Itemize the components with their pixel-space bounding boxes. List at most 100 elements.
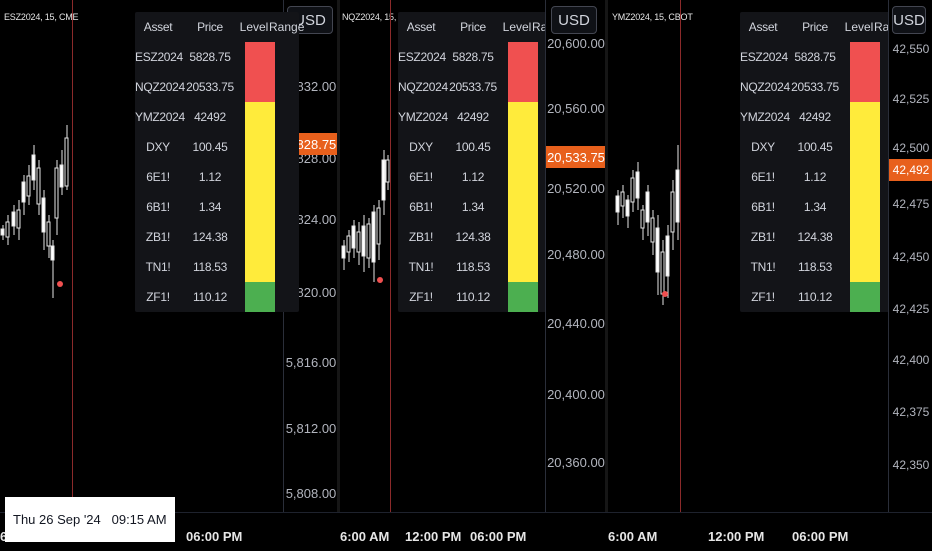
price-tick: 42,350 — [892, 458, 930, 472]
header-level: Level — [502, 20, 532, 34]
price-tick: 20,400.00 — [547, 387, 605, 402]
price-cell: 42492 — [799, 110, 831, 124]
time-label: 06:00 PM — [186, 529, 243, 544]
range-bar-yellow — [508, 102, 538, 282]
header-asset: Asset — [406, 20, 436, 34]
price-cell: 5828.75 — [189, 50, 231, 64]
price-cell: 118.53 — [797, 260, 832, 274]
price-cell: 1.34 — [198, 200, 222, 214]
price-cell: 20533.75 — [791, 80, 839, 94]
asset-cell: 6E1! — [409, 170, 433, 184]
price-tick: 42,425 — [892, 302, 930, 316]
price-cell: 100.45 — [192, 140, 228, 154]
price-cell: 1.12 — [803, 170, 827, 184]
asset-cell: ZF1! — [146, 290, 170, 304]
price-cell: 118.53 — [455, 260, 490, 274]
price-cell: 20533.75 — [186, 80, 234, 94]
range-bar-green — [850, 282, 880, 312]
asset-cell: ZB1! — [145, 230, 171, 244]
asset-cell: ZB1! — [750, 230, 776, 244]
price-tick: 20,560.00 — [547, 101, 605, 116]
price-cell: 100.45 — [797, 140, 833, 154]
asset-cell: TN1! — [145, 260, 171, 274]
price-axis-ym[interactable]: USD 42,550 42,525 42,500 42,475 42,450 4… — [888, 0, 932, 512]
price-tick: 42,475 — [892, 197, 930, 211]
price-cell: 20533.75 — [449, 80, 497, 94]
header-price: Price — [197, 20, 223, 34]
time-label: 6:00 AM — [608, 529, 658, 544]
asset-cell: 6B1! — [409, 200, 433, 214]
asset-cell: ESZ2024 — [135, 50, 183, 64]
price-cell: 110.12 — [192, 290, 227, 304]
table-header: Asset Price Level Range — [740, 12, 910, 42]
header-range: Range — [269, 20, 305, 34]
range-bar-red — [508, 42, 538, 102]
current-price-tag: 42,492 — [889, 159, 932, 181]
price-tick: 5,808.00 — [285, 486, 337, 501]
asset-cell: ZF1! — [751, 290, 775, 304]
header-asset: Asset — [748, 20, 778, 34]
currency-button[interactable]: USD — [551, 6, 597, 34]
asset-cell: DXY — [751, 140, 775, 154]
asset-cell: ESZ2024 — [740, 50, 788, 64]
range-bar-red — [245, 42, 275, 102]
asset-cell: DXY — [146, 140, 170, 154]
price-cell: 124.38 — [797, 230, 833, 244]
price-tick: 20,440.00 — [547, 316, 605, 331]
time-label: 06:00 PM — [470, 529, 527, 544]
price-cell: 1.34 — [803, 200, 827, 214]
price-tick: 20,360.00 — [547, 455, 605, 470]
asset-cell: DXY — [409, 140, 433, 154]
price-cell: 124.38 — [455, 230, 491, 244]
asset-cell: NQZ2024 — [398, 80, 448, 94]
asset-cell: TN1! — [408, 260, 434, 274]
price-tick: 20,520.00 — [547, 181, 605, 196]
asset-cell: YMZ2024 — [740, 110, 790, 124]
price-cell: 1.12 — [461, 170, 485, 184]
range-bar-yellow — [850, 102, 880, 282]
asset-table: Asset Price Level Range ESZ20245828.75▲N… — [740, 12, 910, 312]
range-bar-yellow — [245, 102, 275, 282]
time-label: 12:00 PM — [708, 529, 765, 544]
table-header: Asset Price Level Range — [398, 12, 568, 42]
current-price-tag: 20,533.75 — [546, 146, 606, 168]
asset-cell: 6E1! — [146, 170, 170, 184]
price-tick: 20,600.00 — [547, 36, 605, 51]
price-axis-nq[interactable]: USD 20,600.00 20,560.00 20,520.00 20,480… — [545, 0, 606, 512]
time-label: 6:00 AM — [340, 529, 390, 544]
header-price: Price — [802, 20, 828, 34]
time-label: 06:00 PM — [792, 529, 849, 544]
asset-cell: NQZ2024 — [135, 80, 185, 94]
price-cell: 42492 — [457, 110, 489, 124]
asset-table: Asset Price Level Range ESZ20245828.75▲N… — [398, 12, 568, 312]
price-tick: 42,450 — [892, 250, 930, 264]
price-tick: 5,816.00 — [285, 355, 337, 370]
range-bar-red — [850, 42, 880, 102]
price-cell: 1.12 — [198, 170, 222, 184]
range-bar-green — [508, 282, 538, 312]
asset-cell: 6B1! — [146, 200, 170, 214]
header-asset: Asset — [143, 20, 173, 34]
crosshair-time-text: Thu 26 Sep '24 09:15 AM — [13, 512, 167, 527]
header-level: Level — [844, 20, 874, 34]
range-bar-green — [245, 282, 275, 312]
asset-cell: ZF1! — [409, 290, 433, 304]
asset-cell: 6E1! — [751, 170, 775, 184]
header-level: Level — [239, 20, 269, 34]
header-price: Price — [460, 20, 486, 34]
price-tick: 42,550 — [892, 42, 930, 56]
table-header: Asset Price Level Range — [135, 12, 305, 42]
time-label: 12:00 PM — [405, 529, 462, 544]
price-tick: 42,400 — [892, 353, 930, 367]
price-cell: 110.12 — [797, 290, 832, 304]
price-cell: 5828.75 — [794, 50, 836, 64]
price-cell: 100.45 — [455, 140, 491, 154]
asset-cell: ESZ2024 — [398, 50, 446, 64]
asset-cell: YMZ2024 — [135, 110, 185, 124]
asset-cell: 6B1! — [751, 200, 775, 214]
price-cell: 5828.75 — [452, 50, 494, 64]
asset-cell: TN1! — [750, 260, 776, 274]
asset-cell: YMZ2024 — [398, 110, 448, 124]
price-cell: 124.38 — [192, 230, 228, 244]
currency-button[interactable]: USD — [892, 6, 926, 34]
